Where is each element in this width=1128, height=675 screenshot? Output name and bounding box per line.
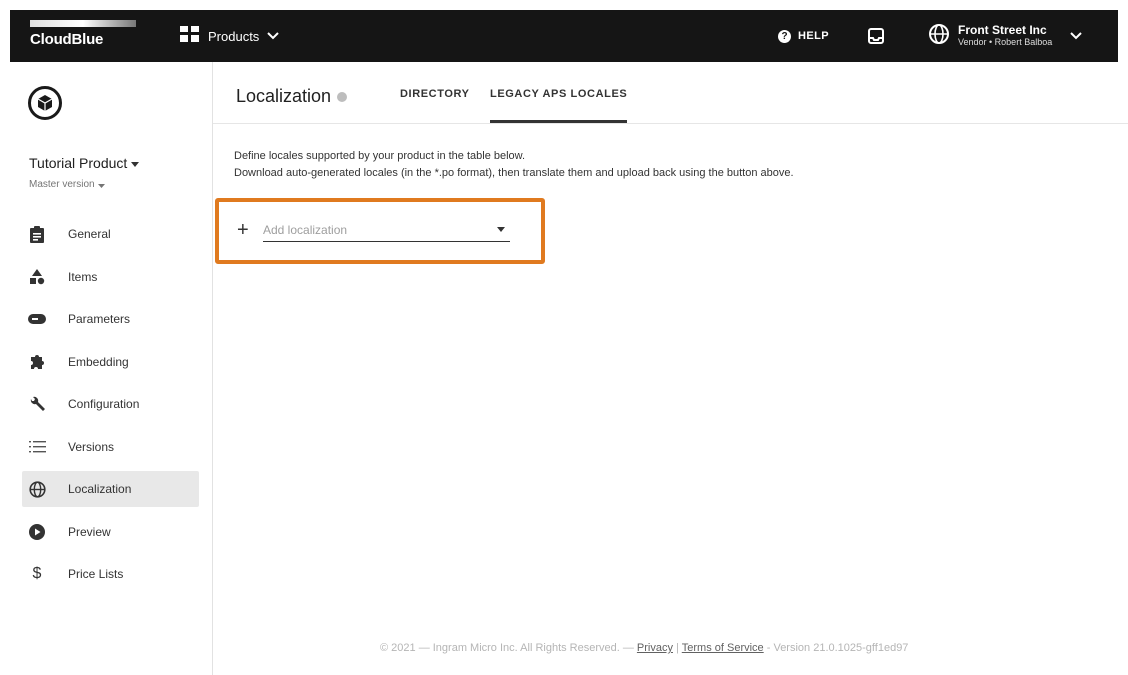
sidebar-nav: General Items Parameters Embedding Confi… — [22, 216, 199, 599]
chevron-down-icon — [267, 27, 280, 45]
help-icon: ? — [778, 29, 791, 43]
help-label: HELP — [798, 30, 829, 42]
privacy-link[interactable]: Privacy — [637, 642, 673, 654]
account-menu[interactable]: Front Street Inc Vendor • Robert Balboa — [928, 18, 1082, 54]
play-icon — [28, 523, 46, 541]
caret-down-icon — [97, 175, 105, 193]
dollar-icon: $ — [32, 565, 42, 582]
chevron-down-icon — [1070, 27, 1082, 45]
cloudblue-logo[interactable]: CloudBlue — [30, 16, 136, 56]
page-title-text: Localization — [236, 86, 332, 106]
page-title: Localization — [236, 86, 348, 107]
footer: © 2021 — Ingram Micro Inc. All Rights Re… — [380, 642, 908, 654]
products-menu[interactable]: Products — [180, 23, 280, 49]
products-label: Products — [208, 28, 260, 44]
help-button[interactable]: ? HELP — [778, 24, 829, 48]
footer-version: - Version 21.0.1025-gff1ed97 — [763, 642, 909, 654]
sidebar-item-label: Localization — [68, 482, 132, 496]
inbox-icon[interactable] — [866, 26, 886, 46]
toggle-icon — [28, 310, 46, 328]
active-tab-indicator — [490, 120, 627, 123]
wrench-icon — [28, 395, 46, 413]
sidebar-item-label: Versions — [68, 439, 115, 454]
terms-of-service-link[interactable]: Terms of Service — [682, 642, 764, 654]
sidebar-item-embedding[interactable]: Embedding — [22, 344, 199, 380]
tab-directory[interactable]: DIRECTORY — [400, 88, 470, 100]
logo-gradient-bar — [30, 20, 136, 27]
account-info: Front Street Inc Vendor • Robert Balboa — [958, 24, 1052, 47]
list-icon — [28, 438, 46, 456]
product-cube-icon — [28, 86, 62, 120]
footer-copyright: © 2021 — Ingram Micro Inc. All Rights Re… — [380, 642, 637, 654]
info-icon[interactable] — [337, 91, 348, 102]
plus-icon[interactable]: + — [237, 220, 257, 240]
product-name: Tutorial Product — [29, 155, 128, 171]
add-localization-select[interactable] — [263, 218, 510, 242]
sidebar-item-label: General — [68, 227, 111, 241]
tab-legacy-aps-locales[interactable]: LEGACY APS LOCALES — [490, 88, 627, 100]
main-content: Localization DIRECTORY LEGACY APS LOCALE… — [213, 62, 1128, 675]
page-header: Localization DIRECTORY LEGACY APS LOCALE… — [213, 62, 1128, 124]
sidebar-item-label: Preview — [68, 524, 111, 539]
sidebar-item-configuration[interactable]: Configuration — [22, 386, 199, 422]
page-description: Define locales supported by your product… — [234, 148, 794, 182]
description-line: Download auto-generated locales (in the … — [234, 167, 794, 179]
sidebar-item-items[interactable]: Items — [22, 259, 199, 295]
add-localization-row: + — [237, 218, 510, 242]
sidebar-item-label: Items — [68, 269, 98, 284]
clipboard-icon — [28, 225, 46, 243]
sidebar-item-general[interactable]: General — [22, 216, 199, 252]
globe-icon — [928, 23, 950, 50]
sidebar-item-label: Embedding — [68, 354, 129, 369]
puzzle-icon — [28, 353, 46, 371]
description-line: Define locales supported by your product… — [234, 150, 526, 162]
caret-down-icon — [131, 154, 140, 172]
sidebar-item-parameters[interactable]: Parameters — [22, 301, 199, 337]
globe-icon — [28, 480, 46, 498]
sidebar-item-label: Price Lists — [68, 567, 124, 581]
account-name: Front Street Inc — [958, 23, 1047, 38]
sidebar-item-localization[interactable]: Localization — [22, 471, 199, 507]
sidebar-item-price-lists[interactable]: $ Price Lists — [22, 556, 199, 592]
account-role: Vendor • Robert Balboa — [958, 36, 1053, 47]
product-version: Master version — [29, 178, 95, 190]
footer-separator: | — [672, 642, 682, 654]
sidebar-item-label: Configuration — [68, 397, 140, 411]
logo-text: CloudBlue — [30, 31, 104, 48]
sidebar-item-versions[interactable]: Versions — [22, 429, 199, 465]
sidebar-item-label: Parameters — [68, 312, 131, 326]
version-selector[interactable]: Master version — [29, 175, 105, 193]
sidebar-item-preview[interactable]: Preview — [22, 514, 199, 550]
caret-down-icon — [497, 227, 505, 232]
sidebar: Tutorial Product Master version General … — [10, 62, 213, 675]
shapes-icon — [28, 268, 46, 286]
apps-grid-icon — [180, 25, 200, 47]
product-selector[interactable]: Tutorial Product — [29, 154, 140, 172]
add-localization-input[interactable] — [263, 222, 483, 237]
top-bar: CloudBlue Products ? HELP Front Street I… — [10, 10, 1118, 62]
